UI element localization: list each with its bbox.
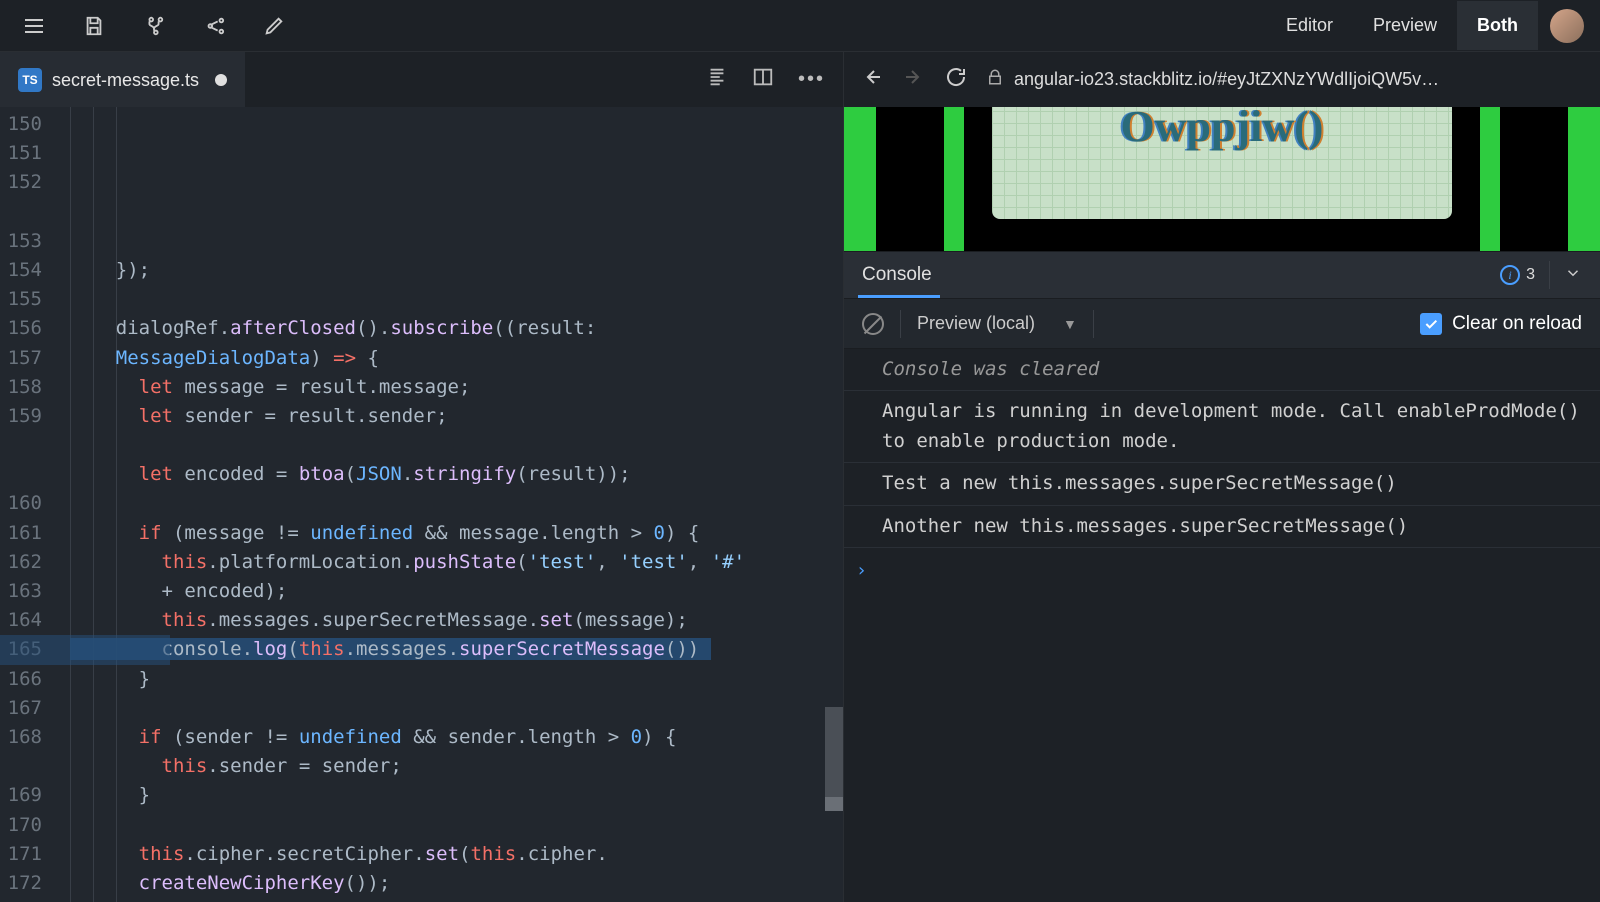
console-message: Console was cleared — [844, 349, 1600, 391]
format-icon[interactable] — [706, 66, 728, 93]
save-icon[interactable] — [80, 12, 108, 40]
code-area[interactable]: }); dialogRef.afterClosed().subscribe((r… — [70, 107, 843, 902]
file-tab-label: secret-message.ts — [52, 70, 199, 91]
fork-icon[interactable] — [140, 12, 168, 40]
console-count-badge: i 3 — [1500, 265, 1535, 285]
top-toolbar: Editor Preview Both — [0, 0, 1600, 52]
view-tab-editor[interactable]: Editor — [1266, 1, 1353, 50]
console-message: Another new this.messages.superSecretMes… — [844, 506, 1600, 548]
scope-label: Preview (local) — [917, 313, 1035, 334]
code-editor[interactable]: 1501511521531541551561571581591601611621… — [0, 107, 843, 902]
view-tab-preview[interactable]: Preview — [1353, 1, 1457, 50]
chevron-right-icon: › — [856, 560, 867, 581]
dirty-indicator-icon — [215, 74, 227, 86]
preview-frame[interactable]: Owppjiw() — [844, 107, 1600, 251]
menu-icon[interactable] — [20, 12, 48, 40]
more-icon[interactable]: ••• — [798, 68, 825, 91]
preview-toolbar: angular-io23.stackblitz.io/#eyJtZXNzYWdl… — [843, 52, 1600, 107]
console-count: 3 — [1526, 266, 1535, 284]
console-message: Angular is running in development mode. … — [844, 391, 1600, 463]
edit-icon[interactable] — [260, 12, 288, 40]
ts-icon: TS — [18, 68, 42, 92]
file-tab[interactable]: TS secret-message.ts — [0, 52, 245, 107]
clear-console-icon[interactable] — [862, 313, 884, 335]
console-tab[interactable]: Console — [862, 252, 932, 298]
editor-tab-bar: TS secret-message.ts ••• — [0, 52, 843, 107]
view-tab-both[interactable]: Both — [1457, 1, 1538, 50]
line-gutter: 1501511521531541551561571581591601611621… — [0, 107, 70, 902]
console-prompt[interactable]: › — [844, 548, 1600, 593]
lock-icon — [986, 68, 1004, 91]
scope-select[interactable]: Preview (local) ▼ — [917, 313, 1077, 334]
share-icon[interactable] — [200, 12, 228, 40]
preview-card: Owppjiw() — [992, 107, 1452, 219]
preview-pane: Owppjiw() Console i 3 Preview (local) ▼ — [843, 107, 1600, 902]
console-message: Test a new this.messages.superSecretMess… — [844, 463, 1600, 505]
nav-back-icon[interactable] — [860, 65, 884, 94]
clear-on-reload-toggle[interactable]: Clear on reload — [1420, 313, 1582, 335]
url-text[interactable]: angular-io23.stackblitz.io/#eyJtZXNzYWdl… — [1014, 69, 1439, 90]
reload-icon[interactable] — [944, 65, 968, 94]
checkbox-icon[interactable] — [1420, 313, 1442, 335]
clear-on-reload-label: Clear on reload — [1452, 313, 1582, 335]
caret-down-icon: ▼ — [1063, 316, 1077, 332]
info-icon: i — [1500, 265, 1520, 285]
console-body[interactable]: Console was clearedAngular is running in… — [844, 349, 1600, 902]
console-controls: Preview (local) ▼ Clear on reload — [844, 299, 1600, 349]
chevron-down-icon[interactable] — [1564, 264, 1582, 287]
preview-text: Owppjiw() — [1121, 107, 1324, 152]
console-header: Console i 3 — [844, 251, 1600, 299]
view-tabs: Editor Preview Both — [1266, 1, 1538, 50]
scrollbar-thumb[interactable] — [825, 797, 843, 811]
avatar[interactable] — [1550, 9, 1584, 43]
split-icon[interactable] — [752, 66, 774, 93]
scrollbar-track[interactable] — [825, 707, 843, 797]
nav-forward-icon[interactable] — [902, 65, 926, 94]
